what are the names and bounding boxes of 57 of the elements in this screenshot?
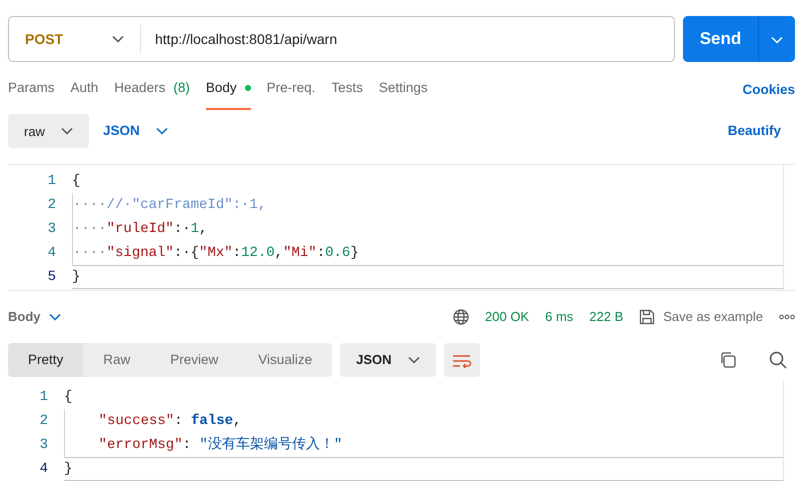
request-bar[interactable]: POST http://localhost:8081/api/warn	[8, 16, 675, 62]
line-number: 1	[38, 388, 49, 407]
view-tab[interactable]: Preview	[150, 342, 238, 377]
line-number: 4	[38, 460, 49, 479]
body-mode-dropdown[interactable]: raw	[8, 114, 89, 148]
line-number: 1	[46, 172, 57, 192]
request-tab[interactable]: Params	[8, 78, 55, 110]
request-tab[interactable]: Settings	[378, 78, 428, 110]
line-number: 3	[46, 220, 57, 240]
status-code: 200 OK	[485, 308, 530, 326]
code-line: "errorMsg": "没有车架编号传入！"	[64, 432, 783, 457]
code-line: {	[64, 388, 74, 407]
request-tab[interactable]: Headers (8)	[114, 78, 190, 110]
chevron-down-icon	[60, 127, 73, 136]
code-line: "success": false,	[64, 408, 783, 433]
chevron-down-icon	[771, 36, 783, 44]
response-time: 6 ms	[545, 308, 574, 326]
request-tab[interactable]: Auth	[70, 78, 98, 110]
request-tab[interactable]: Pre-req.	[266, 78, 316, 110]
language-dropdown[interactable]: JSON	[96, 120, 174, 142]
line-number: 5	[46, 268, 57, 288]
code-line: ····//·"carFrameId":·1,	[72, 193, 783, 218]
url-field[interactable]: http://localhost:8081/api/warn	[141, 28, 674, 50]
line-number: 3	[38, 436, 49, 455]
wrap-icon	[452, 354, 472, 368]
globe-icon[interactable]	[453, 309, 470, 325]
chevron-down-icon	[408, 356, 420, 364]
more-icon[interactable]	[779, 314, 795, 320]
format-dropdown[interactable]: JSON	[340, 342, 436, 377]
wrap-lines-button[interactable]	[444, 342, 480, 377]
response-size: 222 B	[589, 308, 624, 326]
search-icon[interactable]	[769, 350, 787, 369]
view-tab[interactable]: Visualize	[238, 342, 332, 377]
method-dropdown[interactable]: POST	[17, 25, 141, 53]
status-dot	[244, 85, 251, 92]
line-number: 4	[46, 244, 57, 264]
request-tab[interactable]: Tests	[331, 78, 363, 110]
send-button[interactable]: Send	[683, 16, 759, 62]
save-icon	[639, 309, 656, 325]
save-example-button[interactable]: Save as example	[639, 307, 763, 327]
cookies-link[interactable]: Cookies	[742, 80, 795, 100]
code-line: {	[72, 172, 82, 192]
response-section-dropdown[interactable]: Body	[8, 307, 60, 327]
view-tab[interactable]: Pretty	[8, 342, 84, 377]
chevron-down-icon	[48, 313, 60, 321]
code-line: ····"ruleId":·1,	[72, 217, 783, 242]
chevron-down-icon	[112, 35, 124, 43]
beautify-link[interactable]: Beautify	[722, 120, 787, 142]
line-number: 2	[46, 196, 57, 216]
code-line: }	[72, 265, 783, 290]
line-number: 2	[38, 412, 49, 431]
chevron-down-icon	[156, 127, 168, 136]
request-tab[interactable]: Body	[206, 78, 251, 110]
code-line: }	[64, 456, 783, 481]
copy-icon[interactable]	[719, 350, 737, 369]
view-tab[interactable]: Raw	[83, 342, 150, 377]
code-line: ····"signal":·{"Mx":12.0,"Mi":0.6}	[72, 241, 783, 266]
